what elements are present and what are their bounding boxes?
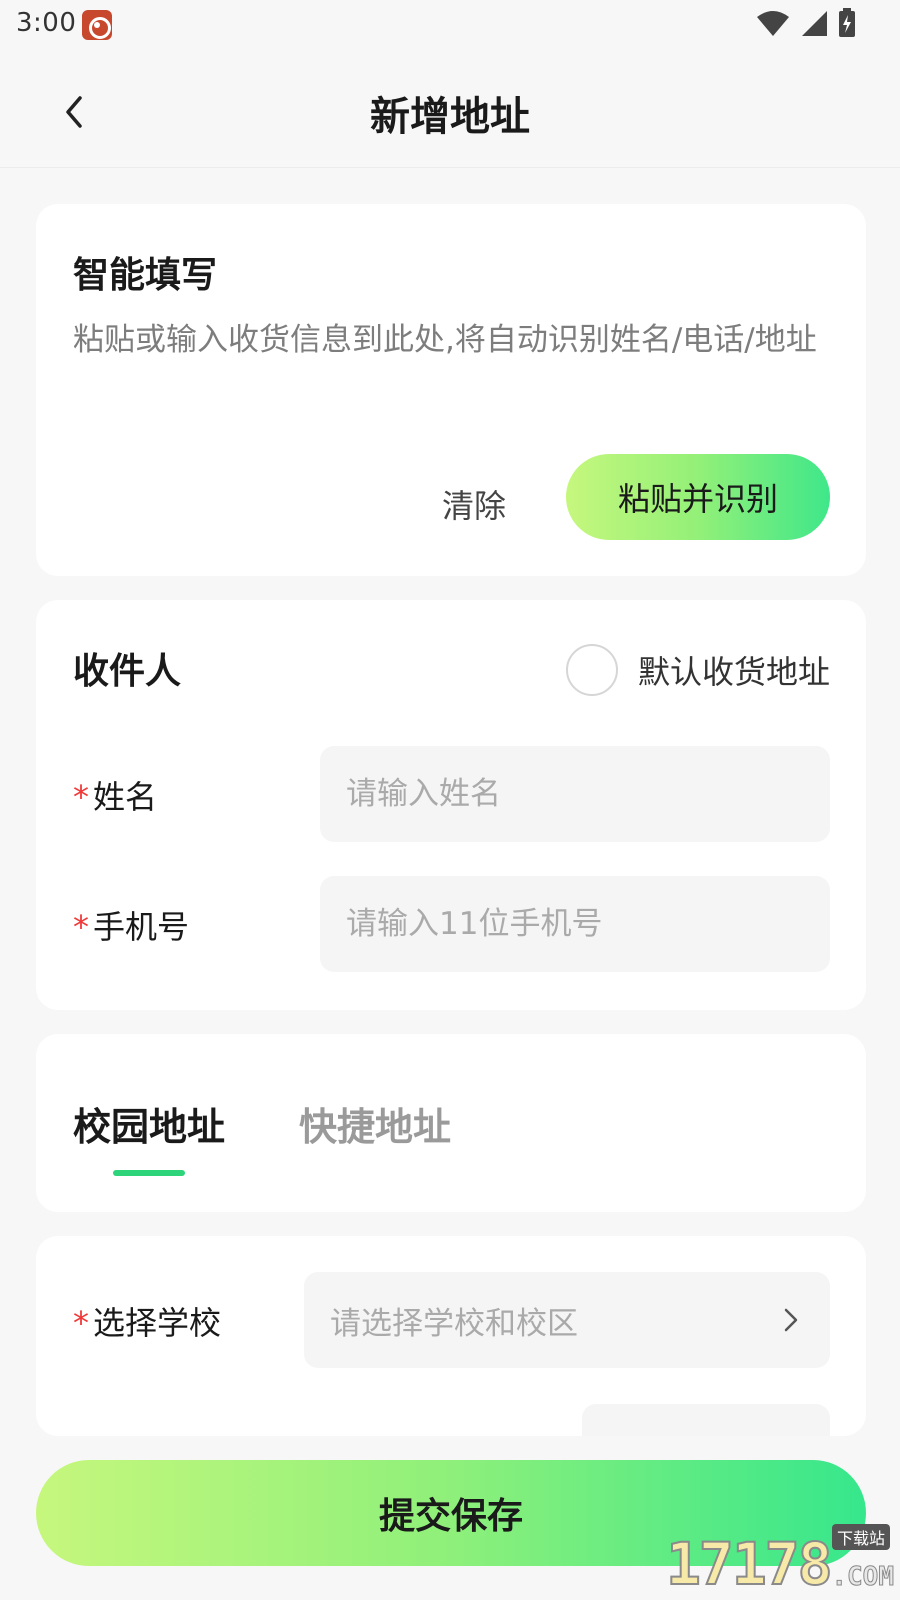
clear-button[interactable]: 清除 bbox=[414, 474, 534, 534]
school-label-text: 选择学校 bbox=[93, 1304, 222, 1342]
tab-campus-address[interactable]: 校园地址 bbox=[73, 1096, 225, 1151]
default-address-radio[interactable] bbox=[565, 644, 618, 696]
required-mark: * bbox=[73, 908, 89, 946]
tab-quick-address[interactable]: 快捷地址 bbox=[299, 1096, 451, 1151]
add-address-screen: 3:00 新增地址 智能填写 粘贴或输入收货信息到此处,将自动识别姓名/电话/地… bbox=[0, 0, 900, 1600]
default-address-toggle[interactable]: 默认收货地址 bbox=[565, 644, 830, 696]
school-label: * 选择学校 bbox=[73, 1298, 221, 1344]
school-select[interactable]: 请选择学校和校区 bbox=[304, 1272, 830, 1368]
status-icons bbox=[756, 8, 856, 38]
wifi-icon bbox=[757, 11, 789, 36]
smart-fill-title: 智能填写 bbox=[73, 255, 218, 296]
required-mark: * bbox=[73, 1304, 89, 1342]
recipient-title: 收件人 bbox=[73, 651, 182, 692]
app-notification-icon bbox=[82, 10, 112, 40]
name-input[interactable] bbox=[320, 746, 830, 842]
status-bar: 3:00 bbox=[0, 0, 900, 52]
school-card: * 选择学校 请选择学校和校区 bbox=[36, 1236, 866, 1436]
next-field-input[interactable] bbox=[582, 1404, 830, 1436]
required-mark: * bbox=[73, 778, 89, 816]
status-time: 3:00 bbox=[16, 8, 77, 38]
phone-field-row: * 手机号 bbox=[73, 876, 830, 972]
name-label: * 姓名 bbox=[73, 772, 157, 818]
smart-fill-textarea[interactable]: 粘贴或输入收货信息到此处,将自动识别姓名/电话/地址 bbox=[73, 316, 833, 364]
active-tab-indicator bbox=[113, 1170, 185, 1176]
watermark-number: 17178 bbox=[665, 1529, 834, 1599]
site-watermark: 17178 下载站 .COM bbox=[665, 1524, 896, 1599]
paste-and-recognize-button[interactable]: 粘贴并识别 bbox=[566, 454, 830, 540]
watermark-domain: .COM bbox=[831, 1562, 895, 1593]
chevron-right-icon bbox=[784, 1308, 798, 1332]
name-label-text: 姓名 bbox=[93, 778, 158, 816]
smart-fill-card: 智能填写 粘贴或输入收货信息到此处,将自动识别姓名/电话/地址 清除 粘贴并识别 bbox=[36, 204, 866, 576]
name-field-row: * 姓名 bbox=[73, 746, 830, 842]
recipient-card: 收件人 默认收货地址 *姓名 *手机号 bbox=[36, 600, 866, 1010]
phone-input[interactable] bbox=[320, 876, 830, 972]
battery-charging-icon bbox=[839, 8, 855, 37]
cellular-signal-icon bbox=[802, 11, 827, 36]
page-title: 新增地址 bbox=[370, 94, 530, 140]
watermark-tag: 下载站 bbox=[831, 1524, 890, 1550]
address-type-tabs: 校园地址 快捷地址 bbox=[36, 1034, 866, 1212]
phone-label: * 手机号 bbox=[73, 902, 189, 948]
navigation-bar: 新增地址 bbox=[0, 58, 900, 168]
phone-label-text: 手机号 bbox=[93, 908, 190, 946]
default-address-label: 默认收货地址 bbox=[637, 653, 830, 691]
school-select-placeholder: 请选择学校和校区 bbox=[330, 1305, 578, 1342]
